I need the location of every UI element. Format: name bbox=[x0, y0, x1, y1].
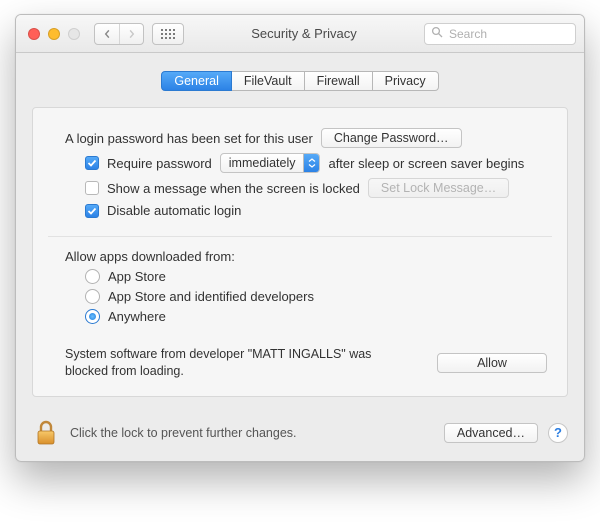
general-panel: A login password has been set for this u… bbox=[32, 107, 568, 397]
titlebar: Security & Privacy bbox=[16, 15, 584, 53]
radio-appstore[interactable] bbox=[85, 269, 100, 284]
require-password-delay-select[interactable]: immediately bbox=[220, 153, 321, 173]
require-password-after-label: after sleep or screen saver begins bbox=[328, 156, 524, 171]
zoom-window-button[interactable] bbox=[68, 28, 80, 40]
radio-appstore-label: App Store bbox=[108, 269, 166, 284]
lock-hint-text: Click the lock to prevent further change… bbox=[70, 426, 434, 440]
search-field-wrap[interactable] bbox=[424, 23, 576, 45]
minimize-window-button[interactable] bbox=[48, 28, 60, 40]
allow-blocked-button[interactable]: Allow bbox=[437, 353, 547, 373]
set-lock-message-button: Set Lock Message… bbox=[368, 178, 509, 198]
allow-apps-heading: Allow apps downloaded from: bbox=[65, 249, 235, 264]
window-controls bbox=[28, 28, 80, 40]
require-password-delay-value: immediately bbox=[221, 156, 304, 170]
blocked-software-message: System software from developer "MATT ING… bbox=[65, 346, 417, 380]
select-stepper-icon bbox=[303, 154, 319, 172]
show-lock-message-label: Show a message when the screen is locked bbox=[107, 181, 360, 196]
window-title: Security & Privacy bbox=[192, 26, 416, 41]
radio-anywhere[interactable] bbox=[85, 309, 100, 324]
disable-autologin-label: Disable automatic login bbox=[107, 203, 241, 218]
back-button[interactable] bbox=[95, 24, 119, 44]
footer: Click the lock to prevent further change… bbox=[16, 411, 584, 461]
nav-back-forward bbox=[94, 23, 144, 45]
search-icon bbox=[431, 26, 443, 41]
disable-autologin-checkbox[interactable] bbox=[85, 204, 99, 218]
tab-filevault[interactable]: FileVault bbox=[232, 71, 305, 91]
lock-icon[interactable] bbox=[32, 419, 60, 447]
forward-button[interactable] bbox=[119, 24, 143, 44]
require-password-checkbox[interactable] bbox=[85, 156, 99, 170]
help-button[interactable]: ? bbox=[548, 423, 568, 443]
show-all-button[interactable] bbox=[152, 23, 184, 45]
radio-identified-label: App Store and identified developers bbox=[108, 289, 314, 304]
preferences-window: Security & Privacy General FileVault Fir… bbox=[15, 14, 585, 462]
search-input[interactable] bbox=[447, 26, 569, 42]
divider bbox=[48, 236, 552, 237]
login-password-set-label: A login password has been set for this u… bbox=[65, 131, 313, 146]
radio-identified[interactable] bbox=[85, 289, 100, 304]
show-lock-message-checkbox[interactable] bbox=[85, 181, 99, 195]
require-password-label: Require password bbox=[107, 156, 212, 171]
close-window-button[interactable] bbox=[28, 28, 40, 40]
tab-privacy[interactable]: Privacy bbox=[373, 71, 439, 91]
tab-general[interactable]: General bbox=[161, 71, 231, 91]
change-password-button[interactable]: Change Password… bbox=[321, 128, 462, 148]
tab-firewall[interactable]: Firewall bbox=[305, 71, 373, 91]
tab-bar: General FileVault Firewall Privacy bbox=[16, 71, 584, 91]
advanced-button[interactable]: Advanced… bbox=[444, 423, 538, 443]
radio-anywhere-label: Anywhere bbox=[108, 309, 166, 324]
